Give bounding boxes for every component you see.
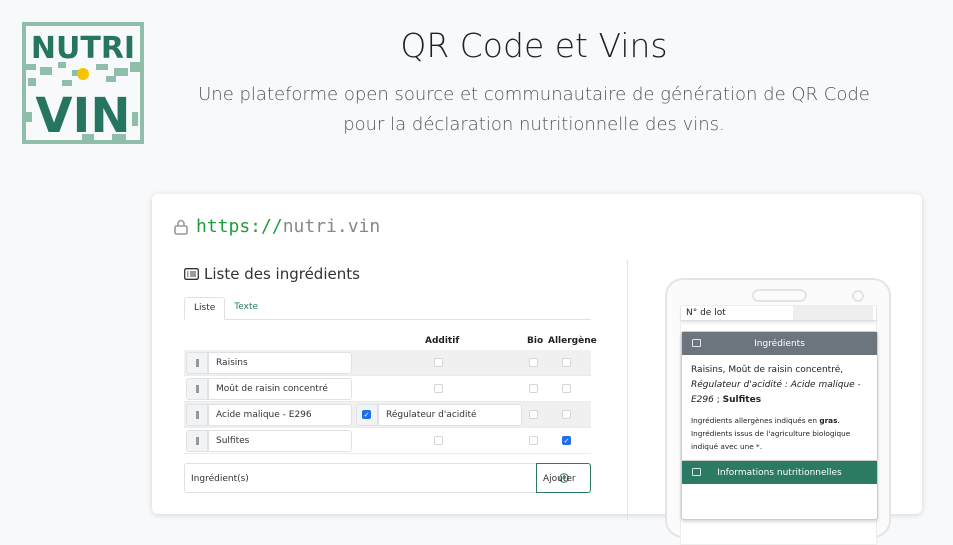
allergene-checkbox[interactable] — [562, 410, 571, 419]
column-allergene: Allergène — [548, 336, 597, 346]
note1-bold: gras — [819, 416, 838, 425]
clipboard-icon — [692, 468, 701, 476]
text-plain: Raisins, Moût de raisin concentré, — [691, 365, 844, 375]
bio-checkbox[interactable] — [529, 410, 538, 419]
demo-card: https://nutri.vin Liste des ingrédients … — [152, 194, 922, 545]
text-allergen: Sulfites — [722, 395, 762, 405]
add-button[interactable]: Ajouter — [536, 463, 591, 493]
ingredients-note: Ingrédients allergènes indiqués en gras.… — [691, 414, 868, 453]
ingredient-name-input[interactable]: Sulfites — [208, 430, 352, 452]
phone-screen: N° de lot Ingrédients Raisins, Moût de r… — [680, 305, 878, 545]
phone-preview: N° de lot Ingrédients Raisins, Moût de r… — [665, 278, 891, 545]
note1: Ingrédients allergènes indiqués en — [691, 416, 820, 425]
column-bio: Bio — [527, 336, 544, 346]
lot-label: N° de lot — [686, 308, 726, 318]
svg-text:NUTRI: NUTRI — [31, 31, 135, 66]
tab-liste[interactable]: Liste — [184, 297, 226, 320]
column-additif: Additif — [425, 336, 460, 346]
additif-checkbox[interactable] — [434, 358, 443, 367]
drag-handle[interactable] — [186, 404, 208, 426]
bio-checkbox[interactable] — [529, 358, 538, 367]
ingredients-card-title: Ingrédients — [754, 338, 805, 349]
drag-handle[interactable] — [186, 378, 208, 400]
allergene-checkbox[interactable] — [562, 384, 571, 393]
text-sep: ; — [713, 395, 723, 405]
url-scheme: https:// — [196, 216, 283, 237]
ingredients-title: Liste des ingrédients — [204, 265, 360, 283]
lot-row: N° de lot — [681, 306, 876, 321]
ingredient-name-input[interactable]: Moût de raisin concentré — [208, 378, 352, 400]
additif-function-input[interactable]: Régulateur d'acidité — [378, 404, 522, 426]
additif-toggle: ✓ — [356, 404, 378, 426]
tab-texte[interactable]: Texte — [225, 297, 267, 320]
tabs: Liste Texte — [184, 297, 591, 320]
additif-checkbox[interactable] — [434, 436, 443, 445]
new-ingredient-placeholder: Ingrédient(s) — [191, 474, 249, 484]
ingredients-card: Ingrédients Raisins, Moût de raisin conc… — [681, 331, 878, 462]
ingredients-heading: Liste des ingrédients — [184, 265, 360, 283]
drag-handle[interactable] — [186, 430, 208, 452]
bio-checkbox[interactable] — [529, 384, 538, 393]
nutrition-card-title: Informations nutritionnelles — [717, 467, 842, 478]
ingredient-name-input[interactable]: Acide malique - E296 — [208, 404, 352, 426]
ingredient-row: Acide malique - E296 ✓ Régulateur d'acid… — [184, 402, 591, 428]
lock-icon — [174, 219, 188, 235]
additif-checkbox[interactable] — [434, 384, 443, 393]
new-ingredient-input[interactable]: Ingrédient(s) Ajouter — [184, 463, 591, 493]
url-bar: https://nutri.vin — [174, 216, 380, 237]
phone-speaker — [752, 289, 807, 302]
add-button-label: Ajouter — [543, 474, 576, 484]
ingredient-name-input[interactable]: Raisins — [208, 352, 352, 374]
nutrivin-logo: NUTRI VIN — [22, 22, 144, 144]
phone-camera — [852, 290, 864, 302]
note2: Ingrédients issus de l'agriculture biolo… — [691, 429, 851, 451]
allergene-checkbox[interactable]: ✓ — [562, 436, 571, 445]
drag-handle[interactable] — [186, 352, 208, 374]
list-icon — [184, 268, 199, 280]
nutrition-card: Informations nutritionnelles — [681, 460, 878, 520]
ingredient-row: Raisins — [184, 350, 591, 376]
bio-checkbox[interactable] — [529, 436, 538, 445]
additif-checkbox[interactable]: ✓ — [362, 410, 371, 419]
note1-suffix: . — [837, 416, 840, 425]
allergene-checkbox[interactable] — [562, 358, 571, 367]
svg-text:VIN: VIN — [35, 88, 130, 144]
ingredient-row: Sulfites ✓ — [184, 428, 591, 454]
subtitle-line-1: Une plateforme open source et communauta… — [198, 84, 870, 105]
page-title: QR Code et Vins — [400, 26, 668, 65]
subtitle-line-2: pour la déclaration nutritionnelle des v… — [343, 114, 725, 135]
list-icon — [692, 339, 701, 347]
url-host: nutri.vin — [282, 216, 381, 237]
divider — [627, 260, 628, 520]
ingredients-text: Raisins, Moût de raisin concentré, Régul… — [691, 363, 868, 408]
ingredient-row: Moût de raisin concentré — [184, 376, 591, 402]
